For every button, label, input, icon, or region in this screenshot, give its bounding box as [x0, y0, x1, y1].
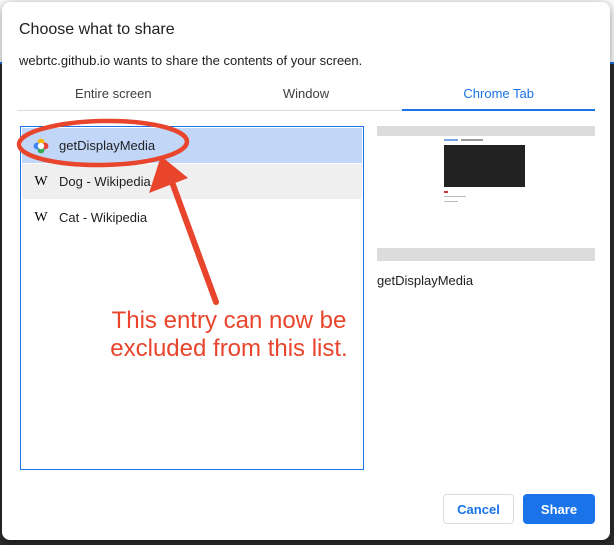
- tab-entire-screen[interactable]: Entire screen: [17, 82, 210, 110]
- annotation-line: excluded from this list.: [110, 335, 348, 362]
- tab-window[interactable]: Window: [210, 82, 403, 110]
- share-button[interactable]: Share: [523, 494, 595, 524]
- list-item-label: Dog - Wikipedia: [59, 174, 151, 189]
- share-dialog: Choose what to share webrtc.github.io wa…: [2, 2, 610, 540]
- annotation-text: This entry can now be excluded from this…: [89, 307, 369, 363]
- annotation-line: This entry can now be: [111, 307, 347, 334]
- dialog-title: Choose what to share: [19, 21, 175, 38]
- list-item-label: getDisplayMedia: [59, 138, 156, 153]
- preview-text-line: [444, 201, 458, 202]
- preview-video: [444, 145, 525, 187]
- dialog-subtitle: webrtc.github.io wants to share the cont…: [19, 53, 363, 68]
- wikipedia-icon: W: [34, 209, 48, 225]
- preview-text-line: [444, 196, 466, 197]
- source-tabs: Entire screen Window Chrome Tab: [17, 82, 595, 111]
- tab-list: getDisplayMedia W Dog - Wikipedia W Cat …: [20, 126, 364, 470]
- wikipedia-icon: W: [34, 173, 48, 189]
- preview-error-text: [444, 191, 448, 193]
- tab-preview-thumbnail: [377, 126, 595, 261]
- tab-chrome-tab[interactable]: Chrome Tab: [402, 82, 595, 111]
- list-item-label: Cat - Wikipedia: [59, 210, 148, 225]
- webrtc-icon: [33, 138, 49, 154]
- preview-page: [377, 136, 595, 248]
- preview-label: getDisplayMedia: [377, 273, 474, 288]
- cancel-button[interactable]: Cancel: [443, 494, 514, 524]
- list-item-getdisplaymedia[interactable]: getDisplayMedia: [22, 128, 362, 163]
- list-item-dog-wikipedia[interactable]: W Dog - Wikipedia: [22, 164, 362, 199]
- preview-header-title: [461, 139, 483, 141]
- list-item-cat-wikipedia[interactable]: W Cat - Wikipedia: [22, 200, 362, 235]
- preview-header-link: [444, 139, 458, 141]
